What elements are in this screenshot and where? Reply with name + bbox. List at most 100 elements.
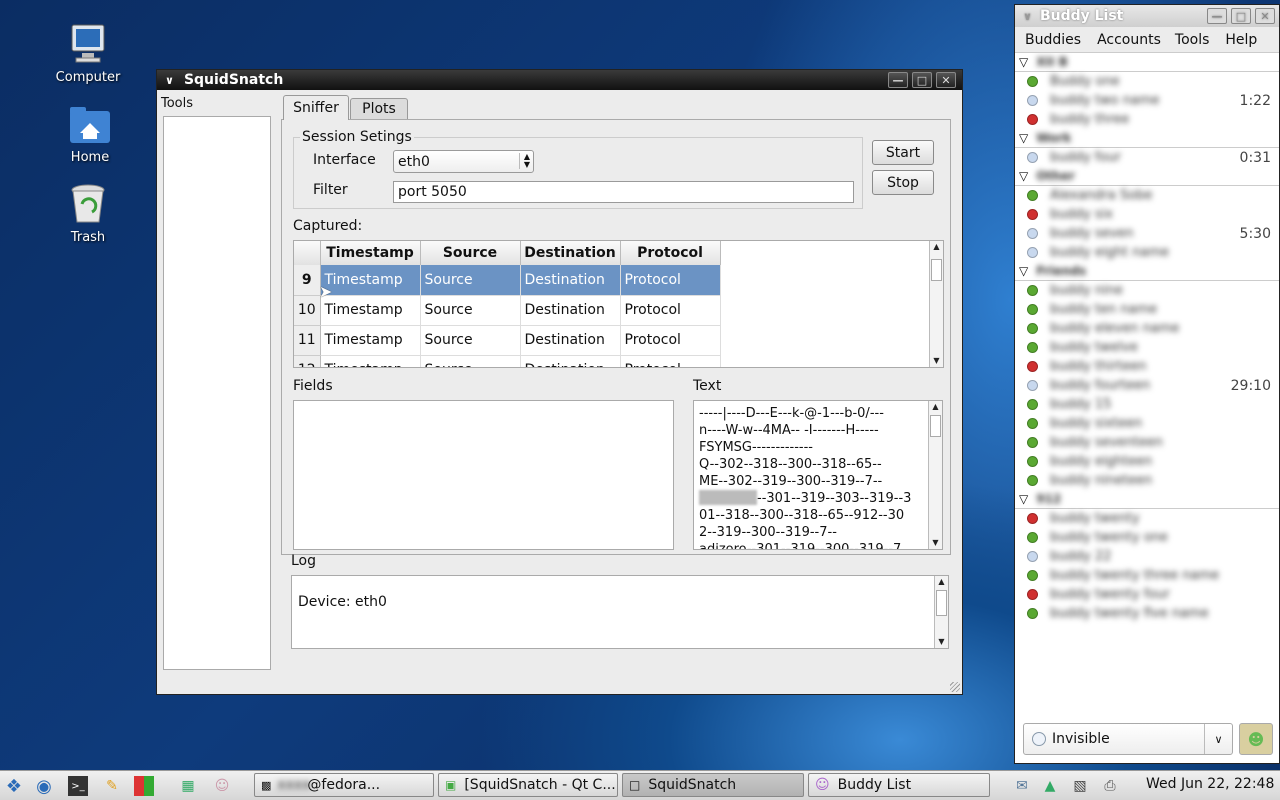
browser-icon[interactable]: ◉ xyxy=(34,776,54,797)
buddy-group-header[interactable]: ▽ 912 xyxy=(1015,490,1279,509)
buddy-item[interactable]: buddy six xyxy=(1015,205,1279,224)
buddy-item[interactable]: buddy three xyxy=(1015,110,1279,129)
buddy-tree[interactable]: ▽ XII B Buddy one buddy two name 1:22 buddy t… xyxy=(1015,53,1279,713)
buddy-item[interactable]: buddy 15 xyxy=(1015,395,1279,414)
buddy-item[interactable]: Alexandra Sobe xyxy=(1015,186,1279,205)
buddy-item[interactable]: buddy twenty four xyxy=(1015,585,1279,604)
printer-tray-icon[interactable]: ⎙ xyxy=(1100,776,1120,796)
buddy-item[interactable]: buddy fourteen 29:10 xyxy=(1015,376,1279,395)
window-titlebar[interactable]: ∨ SquidSnatch — □ ✕ xyxy=(157,70,962,90)
close-icon[interactable]: ✕ xyxy=(1255,8,1275,24)
buddy-group-header[interactable]: ▽ Friends xyxy=(1015,262,1279,281)
log-panel[interactable]: Device: eth0 ▲ ▼ xyxy=(291,575,949,649)
menu-help[interactable]: Help xyxy=(1217,32,1265,48)
tools-panel[interactable] xyxy=(163,116,271,670)
expand-triangle-icon[interactable]: ▽ xyxy=(1019,492,1028,506)
tab-sniffer[interactable]: Sniffer xyxy=(283,95,349,120)
desktop-icon-computer[interactable]: Computer xyxy=(48,22,128,85)
scroll-thumb[interactable] xyxy=(931,259,942,281)
task-qt-creator[interactable]: ▣ [SquidSnatch - Qt C... xyxy=(438,773,618,797)
network-tray-icon[interactable]: ▧ xyxy=(1070,776,1090,796)
buddy-item[interactable]: buddy two name 1:22 xyxy=(1015,91,1279,110)
close-icon[interactable]: ✕ xyxy=(936,72,956,88)
table-row[interactable]: 10 Timestamp Source Destination Protocol xyxy=(294,295,721,326)
minimize-icon[interactable]: — xyxy=(888,72,908,88)
buddy-item[interactable]: buddy twenty xyxy=(1015,509,1279,528)
table-row[interactable]: 9 Timestamp Source Destination Protocol xyxy=(294,265,721,296)
chat-tray-icon[interactable]: ✉ xyxy=(1012,776,1032,796)
maximize-icon[interactable]: □ xyxy=(1231,8,1251,24)
buddy-item[interactable]: buddy eleven name xyxy=(1015,319,1279,338)
maximize-icon[interactable]: □ xyxy=(912,72,932,88)
column-header[interactable]: Destination xyxy=(520,241,621,265)
buddy-item[interactable]: buddy nine xyxy=(1015,281,1279,300)
column-header[interactable]: Protocol xyxy=(620,241,721,265)
buddy-group-header[interactable]: ▽ XII B xyxy=(1015,53,1279,72)
terminal-icon[interactable]: >_ xyxy=(68,776,88,796)
captured-table[interactable]: Timestamp Source Destination Protocol 9 … xyxy=(293,240,944,368)
calculator-icon[interactable]: ▦ xyxy=(178,776,198,796)
text-scrollbar[interactable]: ▲ ▼ xyxy=(928,401,942,549)
expand-triangle-icon[interactable]: ▽ xyxy=(1019,169,1028,183)
buddy-item[interactable]: buddy eight name xyxy=(1015,243,1279,262)
buddy-item[interactable]: buddy twenty one xyxy=(1015,528,1279,547)
buddy-item[interactable]: buddy twenty three name xyxy=(1015,566,1279,585)
task-buddy-list[interactable]: ☺ Buddy List xyxy=(808,773,990,797)
resize-grip-icon[interactable] xyxy=(950,682,960,692)
window-menu-icon[interactable]: ∨ xyxy=(165,74,174,87)
text-panel[interactable]: -----|----D---E---k-@-1---b-0/--- n----W… xyxy=(693,400,943,550)
buddy-item[interactable]: buddy seven 5:30 xyxy=(1015,224,1279,243)
task-terminal[interactable]: ▩ xxxx @fedora... xyxy=(254,773,434,797)
menu-buddies[interactable]: Buddies xyxy=(1015,32,1091,48)
buddy-icon-button[interactable]: ☻ xyxy=(1239,723,1273,755)
column-header[interactable]: Timestamp xyxy=(320,241,421,265)
buddy-item[interactable]: buddy ten name xyxy=(1015,300,1279,319)
tab-plots[interactable]: Plots xyxy=(350,98,408,120)
scroll-up-icon[interactable]: ▲ xyxy=(930,241,943,253)
table-row[interactable]: 11 Timestamp Source Destination Protocol xyxy=(294,325,721,356)
column-header[interactable]: Source xyxy=(420,241,521,265)
buddy-item[interactable]: buddy nineteen xyxy=(1015,471,1279,490)
minimize-icon[interactable]: — xyxy=(1207,8,1227,24)
update-tray-icon[interactable]: ▲ xyxy=(1040,776,1060,796)
scroll-thumb[interactable] xyxy=(936,590,947,616)
start-button[interactable]: Start xyxy=(872,140,934,165)
fedora-menu-icon[interactable]: ❖ xyxy=(4,776,24,797)
fields-panel[interactable] xyxy=(293,400,674,550)
scroll-down-icon[interactable]: ▼ xyxy=(929,537,942,549)
buddy-group-header[interactable]: ▽ Other xyxy=(1015,167,1279,186)
buddy-item[interactable]: buddy eighteen xyxy=(1015,452,1279,471)
buddy-item[interactable]: buddy seventeen xyxy=(1015,433,1279,452)
scroll-down-icon[interactable]: ▼ xyxy=(935,636,948,648)
buddy-item[interactable]: buddy thirteen xyxy=(1015,357,1279,376)
interface-select[interactable]: eth0 ▲ ▼ xyxy=(393,150,534,173)
buddy-titlebar[interactable]: ∨ Buddy List — □ ✕ xyxy=(1015,5,1279,27)
text-editor-icon[interactable]: ✎ xyxy=(102,776,122,796)
expand-triangle-icon[interactable]: ▽ xyxy=(1019,264,1028,278)
buddy-item[interactable]: buddy 22 xyxy=(1015,547,1279,566)
buddy-item[interactable]: buddy twenty five name xyxy=(1015,604,1279,623)
filter-input[interactable]: port 5050 xyxy=(393,181,854,203)
buddy-group-header[interactable]: ▽ Work xyxy=(1015,129,1279,148)
task-squidsnatch[interactable]: □ SquidSnatch xyxy=(622,773,804,797)
office-icon[interactable] xyxy=(134,776,154,796)
buddy-item[interactable]: buddy twelve xyxy=(1015,338,1279,357)
scroll-thumb[interactable] xyxy=(930,415,941,437)
clock[interactable]: Wed Jun 22, 22:48 xyxy=(1146,776,1274,792)
table-row[interactable]: 12 Timestamp Source Destination Protocol xyxy=(294,355,721,367)
menu-accounts[interactable]: Accounts xyxy=(1091,32,1167,48)
pidgin-launcher-icon[interactable]: ☺ xyxy=(212,776,232,796)
scroll-down-icon[interactable]: ▼ xyxy=(930,355,943,367)
scroll-up-icon[interactable]: ▲ xyxy=(929,401,942,413)
window-menu-icon[interactable]: ∨ xyxy=(1023,10,1032,23)
buddy-item[interactable]: buddy sixteen xyxy=(1015,414,1279,433)
status-selector[interactable]: Invisible ∨ xyxy=(1023,723,1233,755)
desktop-icon-trash[interactable]: Trash xyxy=(48,182,128,245)
table-scrollbar[interactable]: ▲ ▼ xyxy=(929,241,943,367)
scroll-up-icon[interactable]: ▲ xyxy=(935,576,948,588)
desktop-icon-home[interactable]: Home xyxy=(50,102,130,165)
log-scrollbar[interactable]: ▲ ▼ xyxy=(934,576,948,648)
expand-triangle-icon[interactable]: ▽ xyxy=(1019,55,1028,69)
buddy-item[interactable]: buddy four 0:31 xyxy=(1015,148,1279,167)
buddy-item[interactable]: Buddy one xyxy=(1015,72,1279,91)
